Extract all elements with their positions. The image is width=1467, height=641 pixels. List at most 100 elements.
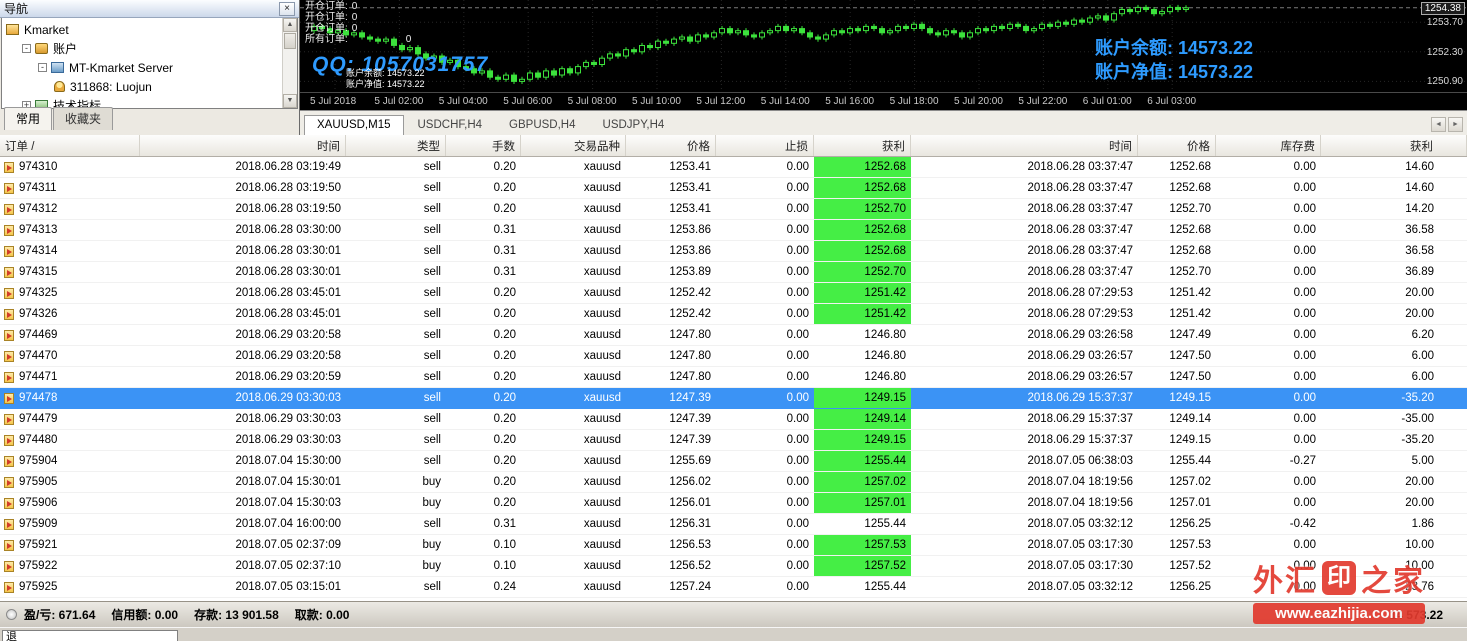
column-header[interactable]: 获利 xyxy=(1321,135,1467,156)
cell-swap: 0.00 xyxy=(1216,535,1321,555)
table-row[interactable]: 9743112018.06.28 03:19:50sell0.20xauusd1… xyxy=(0,178,1467,199)
table-row[interactable]: 9744782018.06.29 03:30:03sell0.20xauusd1… xyxy=(0,388,1467,409)
tree-item-accounts[interactable]: - 账户 xyxy=(2,39,282,58)
price-scale-label: 1253.70 xyxy=(1427,17,1463,28)
column-header[interactable]: 交易品种 xyxy=(521,135,626,156)
scrollbar-track[interactable] xyxy=(283,50,297,94)
column-header[interactable]: 手数 xyxy=(446,135,521,156)
cell-swap: 0.00 xyxy=(1216,157,1321,177)
cell-price: 1253.41 xyxy=(626,157,716,177)
partial-widget[interactable]: 退 xyxy=(2,630,178,641)
table-row[interactable]: 9743152018.06.28 03:30:01sell0.31xauusd1… xyxy=(0,262,1467,283)
cell-cprice: 1257.02 xyxy=(1138,472,1216,492)
table-row[interactable]: 9744702018.06.29 03:20:58sell0.20xauusd1… xyxy=(0,346,1467,367)
order-cell: 975906 xyxy=(0,493,140,513)
cell-symbol: xauusd xyxy=(521,241,626,261)
cell-type: sell xyxy=(346,241,446,261)
tab-scroll-left-icon[interactable]: ◄ xyxy=(1431,117,1446,132)
column-header[interactable]: 订单 / xyxy=(0,135,140,156)
cell-profit: -35.20 xyxy=(1321,430,1467,450)
table-row[interactable]: 9759052018.07.04 15:30:01buy0.20xauusd12… xyxy=(0,472,1467,493)
column-header[interactable]: 价格 xyxy=(626,135,716,156)
table-row[interactable]: 9744802018.06.29 03:30:03sell0.20xauusd1… xyxy=(0,430,1467,451)
status-segment: 取款: 0.00 xyxy=(295,608,350,622)
order-cell: 974315 xyxy=(0,262,140,282)
column-header[interactable]: 价格 xyxy=(1138,135,1216,156)
scrollbar-thumb[interactable] xyxy=(284,33,296,49)
chart-area[interactable]: 开仓订单:0开仓订单:0开仓订单:0所有订单:0 QQ: 1057031757 … xyxy=(300,0,1467,110)
cell-swap: 0.00 xyxy=(1216,241,1321,261)
scroll-up-icon[interactable]: ▲ xyxy=(283,18,297,32)
table-row[interactable]: 9743102018.06.28 03:19:49sell0.20xauusd1… xyxy=(0,157,1467,178)
table-row[interactable]: 9759042018.07.04 15:30:00sell0.20xauusd1… xyxy=(0,451,1467,472)
cell-time: 2018.06.28 03:45:01 xyxy=(140,283,346,303)
cell-swap: -0.42 xyxy=(1216,514,1321,534)
top-section: 导航 × Kmarket-账户-MT-Kmarket Server311868:… xyxy=(0,0,1467,135)
cell-time: 2018.07.05 02:37:09 xyxy=(140,535,346,555)
navigator-scrollbar[interactable]: ▲ ▼ xyxy=(282,18,297,108)
cell-price: 1253.89 xyxy=(626,262,716,282)
table-row[interactable]: 9743132018.06.28 03:30:00sell0.31xauusd1… xyxy=(0,220,1467,241)
table-row[interactable]: 9759252018.07.05 03:15:01sell0.24xauusd1… xyxy=(0,577,1467,598)
chart-canvas[interactable] xyxy=(300,0,1467,92)
cell-profit: 36.58 xyxy=(1321,220,1467,240)
column-header[interactable]: 止损 xyxy=(716,135,814,156)
table-row[interactable]: 9744792018.06.29 03:30:03sell0.20xauusd1… xyxy=(0,409,1467,430)
order-doc-icon xyxy=(4,351,14,362)
cell-lots: 0.20 xyxy=(446,493,521,513)
symbol-tab-usdjpy-h4[interactable]: USDJPY,H4 xyxy=(590,115,678,135)
symbol-tab-gbpusd-h4[interactable]: GBPUSD,H4 xyxy=(496,115,588,135)
table-row[interactable]: 9743262018.06.28 03:45:01sell0.20xauusd1… xyxy=(0,304,1467,325)
cell-type: sell xyxy=(346,514,446,534)
cell-sl: 0.00 xyxy=(716,430,814,450)
table-row[interactable]: 9743252018.06.28 03:45:01sell0.20xauusd1… xyxy=(0,283,1467,304)
scroll-down-icon[interactable]: ▼ xyxy=(283,94,297,108)
table-row[interactable]: 9744712018.06.29 03:20:59sell0.20xauusd1… xyxy=(0,367,1467,388)
tree-expander-icon[interactable]: - xyxy=(22,44,31,53)
cell-tp: 1252.68 xyxy=(814,241,911,261)
tree-item-label: 账户 xyxy=(53,40,77,57)
chart-symbol-tabs: XAUUSD,M15USDCHF,H4GBPUSD,H4USDJPY,H4 ◄ … xyxy=(300,110,1467,135)
nav-tab-favorites[interactable]: 收藏夹 xyxy=(53,107,113,130)
cell-ctime: 2018.06.28 03:37:47 xyxy=(911,220,1138,240)
tree-item-server[interactable]: - MT-Kmarket Server xyxy=(2,58,282,77)
order-cell: 974325 xyxy=(0,283,140,303)
tree-expander-icon[interactable]: - xyxy=(38,63,47,72)
table-row[interactable]: 9743122018.06.28 03:19:50sell0.20xauusd1… xyxy=(0,199,1467,220)
tree-item-login[interactable]: 311868: Luojun xyxy=(2,77,282,96)
close-icon[interactable]: × xyxy=(279,2,295,16)
table-row[interactable]: 9759212018.07.05 02:37:09buy0.10xauusd12… xyxy=(0,535,1467,556)
table-row[interactable]: 9759222018.07.05 02:37:10buy0.10xauusd12… xyxy=(0,556,1467,577)
table-row[interactable]: 9759062018.07.04 15:30:03buy0.20xauusd12… xyxy=(0,493,1467,514)
tree-item-kmarket[interactable]: Kmarket xyxy=(2,20,282,39)
cell-sl: 0.00 xyxy=(716,304,814,324)
column-header[interactable]: 库存费 xyxy=(1216,135,1321,156)
cell-tp: 1252.70 xyxy=(814,199,911,219)
cell-lots: 0.10 xyxy=(446,556,521,576)
cell-symbol: xauusd xyxy=(521,535,626,555)
cell-time: 2018.06.29 03:20:58 xyxy=(140,346,346,366)
table-row[interactable]: 9759092018.07.04 16:00:00sell0.31xauusd1… xyxy=(0,514,1467,535)
column-header[interactable]: 获利 xyxy=(814,135,911,156)
cell-type: sell xyxy=(346,451,446,471)
column-header[interactable]: 时间 xyxy=(911,135,1138,156)
cell-sl: 0.00 xyxy=(716,283,814,303)
column-header[interactable]: 时间 xyxy=(140,135,346,156)
tree-item-label: MT-Kmarket Server xyxy=(69,61,173,75)
table-row[interactable]: 9744692018.06.29 03:20:58sell0.20xauusd1… xyxy=(0,325,1467,346)
cell-tp: 1257.52 xyxy=(814,556,911,576)
info-value: 0 xyxy=(352,12,358,23)
symbol-tab-usdchf-h4[interactable]: USDCHF,H4 xyxy=(405,115,496,135)
cell-type: sell xyxy=(346,388,446,408)
cell-ctime: 2018.07.05 03:17:30 xyxy=(911,556,1138,576)
cell-tp: 1246.80 xyxy=(814,325,911,345)
order-doc-icon xyxy=(4,372,14,383)
column-header[interactable]: 类型 xyxy=(346,135,446,156)
nav-tab-common[interactable]: 常用 xyxy=(4,107,52,130)
cell-lots: 0.20 xyxy=(446,199,521,219)
table-row[interactable]: 9743142018.06.28 03:30:01sell0.31xauusd1… xyxy=(0,241,1467,262)
tab-scroll-right-icon[interactable]: ► xyxy=(1448,117,1463,132)
symbol-tab-xauusd-m15[interactable]: XAUUSD,M15 xyxy=(304,115,404,135)
user-icon xyxy=(54,81,65,92)
cell-symbol: xauusd xyxy=(521,178,626,198)
